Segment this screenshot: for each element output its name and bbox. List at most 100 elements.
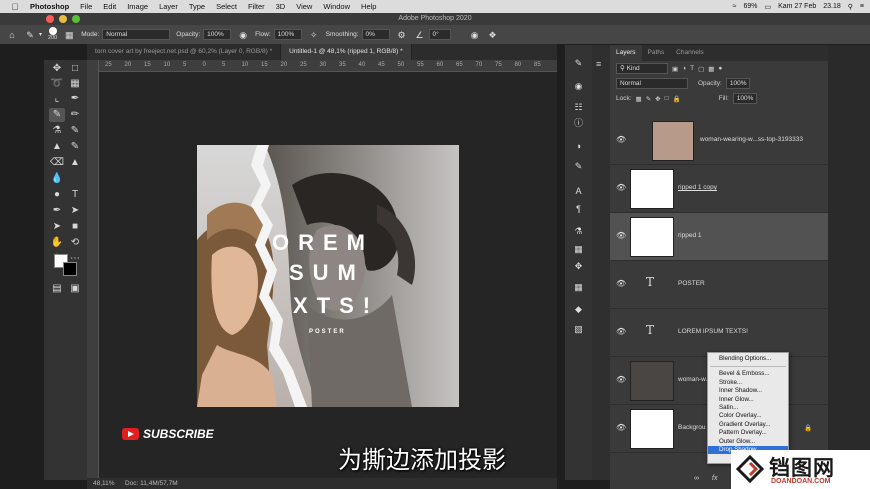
dodge-tool-icon[interactable]: ●	[49, 188, 65, 202]
layer-name[interactable]: Backgrou	[678, 424, 705, 431]
home-icon[interactable]: ⌂	[6, 29, 18, 41]
marquee-tool-icon[interactable]: □	[67, 62, 83, 76]
shape-filter-icon[interactable]: ▢	[698, 65, 704, 73]
screen-mode-icon[interactable]: ▣	[67, 282, 83, 296]
fx-button[interactable]: fx	[712, 475, 717, 482]
clone-stamp-icon[interactable]: ⚗	[49, 124, 65, 138]
apple-icon[interactable]: 	[0, 2, 30, 12]
airbrush-icon[interactable]: ✧	[308, 29, 320, 41]
transform-icon[interactable]: ✥	[572, 260, 585, 272]
paragraph-icon[interactable]: ¶	[572, 203, 585, 215]
battery-icon[interactable]: ▭	[764, 3, 771, 11]
hand-tool-icon[interactable]: ✋	[49, 236, 65, 250]
fill-field[interactable]: 100%	[732, 93, 757, 104]
layer-name[interactable]: ripped 1	[678, 232, 702, 239]
menu-select[interactable]: Select	[216, 2, 237, 11]
minimize-window-button[interactable]	[59, 15, 67, 23]
brush-preset-picker[interactable]: 200	[48, 27, 57, 42]
visibility-eye-icon[interactable]: 👁	[616, 327, 626, 336]
layer-name[interactable]: ripped 1 copy	[678, 184, 717, 191]
menu-edit[interactable]: Edit	[103, 2, 116, 11]
menu-window[interactable]: Window	[323, 2, 350, 11]
lock-pixels-icon[interactable]: ▦	[636, 95, 642, 103]
flow-field[interactable]: 100%	[273, 29, 302, 40]
menu-help[interactable]: Help	[361, 2, 376, 11]
shape-tool-icon[interactable]: ■	[67, 220, 83, 234]
visibility-eye-icon[interactable]: 👁	[616, 231, 626, 240]
filter-toggle-icon[interactable]: ●	[718, 65, 722, 72]
menu-list-icon[interactable]: ≡	[860, 3, 864, 10]
layer-row[interactable]: 👁 T LOREM IPSUM TEXTS!	[610, 309, 828, 357]
background-color-swatch[interactable]	[63, 262, 77, 276]
layer-row[interactable]: 👁 woman-wearing-w...ss-top-3193333	[610, 117, 828, 165]
stamp-tool-icon[interactable]: ▲	[49, 140, 65, 154]
quick-mask-icon[interactable]: ▤	[49, 282, 65, 296]
tool-presets-icon[interactable]: ▦	[572, 243, 585, 255]
character-icon[interactable]: A	[572, 185, 585, 197]
adjustment-filter-icon[interactable]: ◑	[682, 65, 686, 72]
pressure-opacity-icon[interactable]: ◉	[237, 29, 249, 41]
layer-row[interactable]: 👁 ripped 1 copy	[610, 165, 828, 213]
visibility-eye-icon[interactable]: 👁	[616, 279, 626, 288]
art-history-icon[interactable]: ✎	[67, 140, 83, 154]
menu-type[interactable]: Type	[189, 2, 205, 11]
zoom-window-button[interactable]	[72, 15, 80, 23]
menu-satin[interactable]: Satin...	[708, 404, 788, 412]
lock-paint-icon[interactable]: ✎	[646, 95, 651, 103]
blend-mode-select[interactable]: Normal	[616, 78, 688, 89]
move-tool-icon[interactable]: ✥	[49, 62, 65, 76]
lock-artboard-icon[interactable]: □	[665, 95, 669, 102]
table-icon[interactable]: ▦	[572, 281, 585, 293]
brush-tool-icon[interactable]: ✎	[24, 29, 36, 41]
light-bulb-icon[interactable]: ◉	[572, 80, 585, 92]
layer-name[interactable]: woman-wearing-w...ss-top-3193333	[700, 136, 803, 143]
pixel-filter-icon[interactable]: ▣	[672, 65, 678, 73]
path-select-icon[interactable]: ➤	[67, 204, 83, 218]
menu-inner-glow[interactable]: Inner Glow...	[708, 396, 788, 404]
zoom-level[interactable]: 48,11%	[93, 478, 115, 489]
layer-row-selected[interactable]: 👁 ripped 1	[610, 213, 828, 261]
3d-icon[interactable]: ◆	[572, 303, 585, 315]
blur-tool-icon[interactable]: 💧	[49, 172, 65, 186]
info-icon[interactable]: ⓘ	[572, 117, 585, 129]
menu-gradient-overlay[interactable]: Gradient Overlay...	[708, 421, 788, 429]
brush-settings-panel-icon[interactable]: ✎	[572, 160, 585, 172]
type-tool-icon[interactable]: T	[67, 188, 83, 202]
menu-stroke[interactable]: Stroke...	[708, 379, 788, 387]
clone-source-icon[interactable]: ⚗	[572, 225, 585, 237]
opacity-field[interactable]: 100%	[203, 29, 232, 40]
lasso-tool-icon[interactable]: ➰	[49, 77, 65, 91]
smoothing-field[interactable]: 0%	[361, 29, 390, 40]
properties-icon[interactable]: ☷	[572, 101, 585, 113]
menu-image[interactable]: Image	[127, 2, 148, 11]
crop-tool-icon[interactable]: ⌞	[49, 92, 65, 106]
path-selection-icon[interactable]: ➤	[49, 220, 65, 234]
pencil-tool-icon[interactable]: ✏	[67, 108, 83, 122]
symmetry-icon[interactable]: ❖	[487, 29, 499, 41]
visibility-eye-icon[interactable]: 👁	[616, 135, 626, 144]
kind-filter-select[interactable]: ⚲ Kind	[616, 63, 668, 74]
menu-view[interactable]: View	[296, 2, 312, 11]
menu-photoshop[interactable]: Photoshop	[30, 2, 69, 11]
tab-layers[interactable]: Layers	[610, 45, 642, 61]
smart-filter-icon[interactable]: ▦	[708, 65, 714, 73]
menu-inner-shadow[interactable]: Inner Shadow...	[708, 387, 788, 395]
link-layers-icon[interactable]: ∞	[694, 475, 699, 482]
object-selection-icon[interactable]: ▦	[67, 77, 83, 91]
layers-comp-icon[interactable]: ▧	[572, 323, 585, 335]
menu-layer[interactable]: Layer	[159, 2, 178, 11]
menu-outer-glow[interactable]: Outer Glow...	[708, 438, 788, 446]
brush-settings-icon[interactable]: ▦	[63, 29, 75, 41]
brush-tool-icon[interactable]: ✎	[49, 108, 65, 122]
tab-untitled-1[interactable]: Untitled-1 @ 48,1% (ripped 1, RGB/8) *	[281, 44, 412, 60]
pen-tool-icon[interactable]: ✒	[49, 204, 65, 218]
lock-move-icon[interactable]: ✥	[655, 95, 660, 103]
smoothing-options-icon[interactable]: ⚙	[396, 29, 408, 41]
menu-pattern-overlay[interactable]: Pattern Overlay...	[708, 429, 788, 437]
tab-channels[interactable]: Channels	[670, 45, 709, 61]
menu-3d[interactable]: 3D	[276, 2, 286, 11]
history-brush-icon[interactable]: ✎	[67, 124, 83, 138]
libraries-icon[interactable]: ≡	[596, 59, 601, 69]
layer-opacity-field[interactable]: 100%	[725, 78, 750, 89]
paint-bucket-icon[interactable]: ▲	[67, 156, 83, 170]
